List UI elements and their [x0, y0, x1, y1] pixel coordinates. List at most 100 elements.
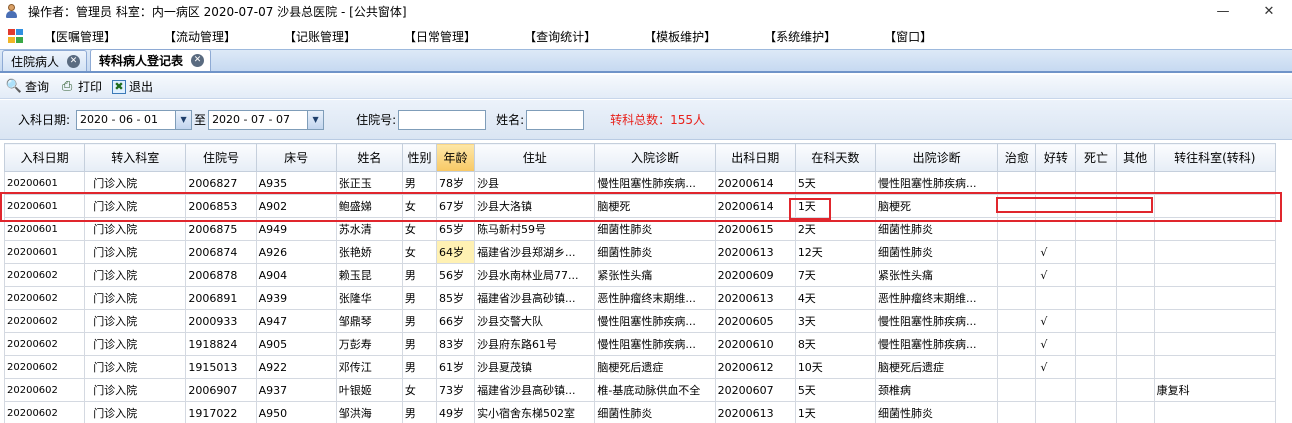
table-cell [1075, 171, 1117, 195]
table-cell: 细菌性肺炎 [874, 401, 999, 423]
table-row[interactable]: 20200602 门诊入院 2006891 A939 张隆华男 85岁 福建省沙县高砂镇..… [3, 286, 1277, 310]
table-cell: 门诊入院 [84, 332, 187, 356]
table-cell [1075, 378, 1117, 402]
column-header[interactable]: 床号 [255, 143, 337, 172]
tab-transfer-register[interactable]: 转科病人登记表 ✕ [90, 49, 212, 71]
close-icon[interactable]: ✕ [191, 54, 205, 67]
table-cell [1075, 217, 1117, 241]
chevron-down-icon[interactable]: ▼ [175, 110, 192, 129]
column-header[interactable]: 出科日期 [714, 143, 796, 172]
table-row[interactable]: 20200601 门诊入院 2006827 A935 张正玉男 78岁 沙县 慢性阻塞性肺疾病… [3, 171, 1277, 195]
column-header[interactable]: 死亡 [1075, 143, 1117, 172]
table-cell: 慢性阻塞性肺疾病... [874, 332, 999, 356]
column-header[interactable]: 性别 [401, 143, 437, 172]
table-row[interactable]: 20200602 门诊入院 2006878 A904 赖玉昆男 56岁 沙县水南林业局77.… [3, 263, 1277, 287]
menu-billing-management[interactable]: 【记账管理】 [274, 28, 366, 45]
table-row[interactable]: 20200601 门诊入院 2006875 A949 苏水清女 65岁 陈马新村59号 细菌性… [3, 217, 1277, 241]
table-cell [1035, 378, 1077, 402]
table-row[interactable]: 20200602 门诊入院 1915013 A922 邓传江男 61岁 沙县夏茂镇 脑梗死后遗… [3, 355, 1277, 379]
query-button[interactable]: 🔍 查询 [6, 78, 49, 95]
chevron-down-icon[interactable]: ▼ [307, 110, 324, 129]
table-cell: 张艳娇 [335, 240, 403, 264]
menu-query-statistics[interactable]: 【查询统计】 [514, 28, 606, 45]
table-cell: 61岁 [435, 355, 476, 379]
table-row[interactable]: 20200602 门诊入院 2000933 A947 邹鼎琴男 66岁 沙县交警大队 慢性阻塞… [3, 309, 1277, 333]
menu-daily-management[interactable]: 【日常管理】 [394, 28, 486, 45]
table-cell: 2006853 [185, 194, 257, 218]
close-button[interactable]: ✕ [1246, 0, 1292, 22]
admission-no-input[interactable] [398, 109, 487, 130]
column-header[interactable]: 年龄 [435, 143, 476, 172]
column-header[interactable]: 出院诊断 [874, 143, 999, 172]
table-row[interactable]: 20200602 门诊入院 2006907 A937 叶银姬女 73岁 福建省沙县高砂镇..… [3, 378, 1277, 402]
table-cell: 20200610 [714, 332, 796, 356]
menu-order-management[interactable]: 【医嘱管理】 [34, 28, 126, 45]
column-header[interactable]: 其他 [1115, 143, 1155, 172]
column-header[interactable]: 好转 [1035, 143, 1077, 172]
tab-inpatients[interactable]: 住院病人 ✕ [2, 50, 88, 71]
menu-system-maintenance[interactable]: 【系统维护】 [754, 28, 846, 45]
table-row[interactable]: 20200601 门诊入院 2006853 A902 鲍盛娣女 67岁 沙县大洛镇 脑梗死 20… [3, 194, 1277, 218]
table-cell: 门诊入院 [84, 309, 187, 333]
table-cell: 颈椎病 [874, 378, 999, 402]
start-date-picker[interactable]: 2020 - 06 - 01 ▼ [76, 109, 193, 130]
column-header[interactable]: 治愈 [997, 143, 1037, 172]
table-cell: A902 [255, 194, 337, 218]
column-header[interactable]: 在科天数 [794, 143, 877, 172]
table-cell [1035, 401, 1077, 423]
table-cell: 20200612 [714, 355, 796, 379]
table-cell: 5天 [794, 171, 877, 195]
table-cell [1153, 309, 1277, 333]
app-menu-icon[interactable] [8, 29, 24, 43]
table-cell [1075, 332, 1117, 356]
filter-bar: 入科日期: 2020 - 06 - 01 ▼ 至 2020 - 07 - 07 … [0, 100, 1292, 140]
table-cell: 沙县水南林业局77... [474, 263, 596, 287]
table-cell: 1915013 [185, 355, 257, 379]
table-cell [997, 355, 1037, 379]
table-cell [1075, 309, 1117, 333]
table-cell: 20200601 [3, 240, 86, 264]
table-cell: 脑梗死 [874, 194, 999, 218]
table-cell [997, 332, 1037, 356]
column-header[interactable]: 转入科室 [84, 143, 187, 172]
exit-button[interactable]: ✖ 退出 [112, 78, 153, 95]
table-cell [997, 194, 1037, 218]
column-header[interactable]: 住址 [474, 143, 596, 172]
table-cell: 门诊入院 [84, 286, 187, 310]
search-icon: 🔍 [5, 79, 23, 94]
column-header[interactable]: 转往科室(转科) [1153, 143, 1277, 172]
table-cell: 20200614 [714, 171, 796, 195]
table-cell [997, 309, 1037, 333]
column-header[interactable]: 入科日期 [3, 143, 86, 172]
menu-flow-management[interactable]: 【流动管理】 [154, 28, 246, 45]
table-cell: 20200602 [3, 401, 86, 423]
table-cell [1035, 217, 1077, 241]
table-row[interactable]: 20200602 门诊入院 1918824 A905 万彭寿男 83岁 沙县府东路61号 慢性… [3, 332, 1277, 356]
table-cell: 2006907 [185, 378, 257, 402]
menu-template-maintenance[interactable]: 【模板维护】 [634, 28, 726, 45]
table-cell: 沙县 [474, 171, 596, 195]
table-row[interactable]: 20200602 门诊入院 1917022 A950 邹洪海男 49岁 实小宿舍东梯502室… [3, 401, 1277, 423]
minimize-button[interactable]: — [1200, 0, 1246, 22]
table-cell: 门诊入院 [84, 263, 187, 287]
close-icon[interactable]: ✕ [67, 54, 81, 68]
column-header[interactable]: 住院号 [185, 143, 257, 172]
table-row[interactable]: 20200601 门诊入院 2006874 A926 张艳娇女 64岁 福建省沙县郑湖乡..… [3, 240, 1277, 264]
table-cell: 8天 [794, 332, 877, 356]
table-cell [1153, 355, 1277, 379]
print-button[interactable]: ⎙ 打印 [59, 78, 102, 95]
column-header[interactable]: 入院诊断 [594, 143, 716, 172]
title-bar: 操作者：管理员 科室：内一病区 2020-07-07 沙县总医院 - [公共窗体… [0, 0, 1292, 22]
table-cell: 10天 [794, 355, 877, 379]
table-cell: 20200605 [714, 309, 796, 333]
table-cell [1153, 194, 1277, 218]
end-date-picker[interactable]: 2020 - 07 - 07 ▼ [208, 109, 325, 130]
name-input[interactable] [526, 109, 585, 130]
table-cell: 沙县府东路61号 [474, 332, 596, 356]
table-cell [1115, 286, 1155, 310]
table-cell: 2006878 [185, 263, 257, 287]
column-header[interactable]: 姓名 [335, 143, 403, 172]
table-cell: 细菌性肺炎 [874, 240, 999, 264]
menu-window[interactable]: 【窗口】 [874, 28, 942, 45]
table-cell [997, 171, 1037, 195]
